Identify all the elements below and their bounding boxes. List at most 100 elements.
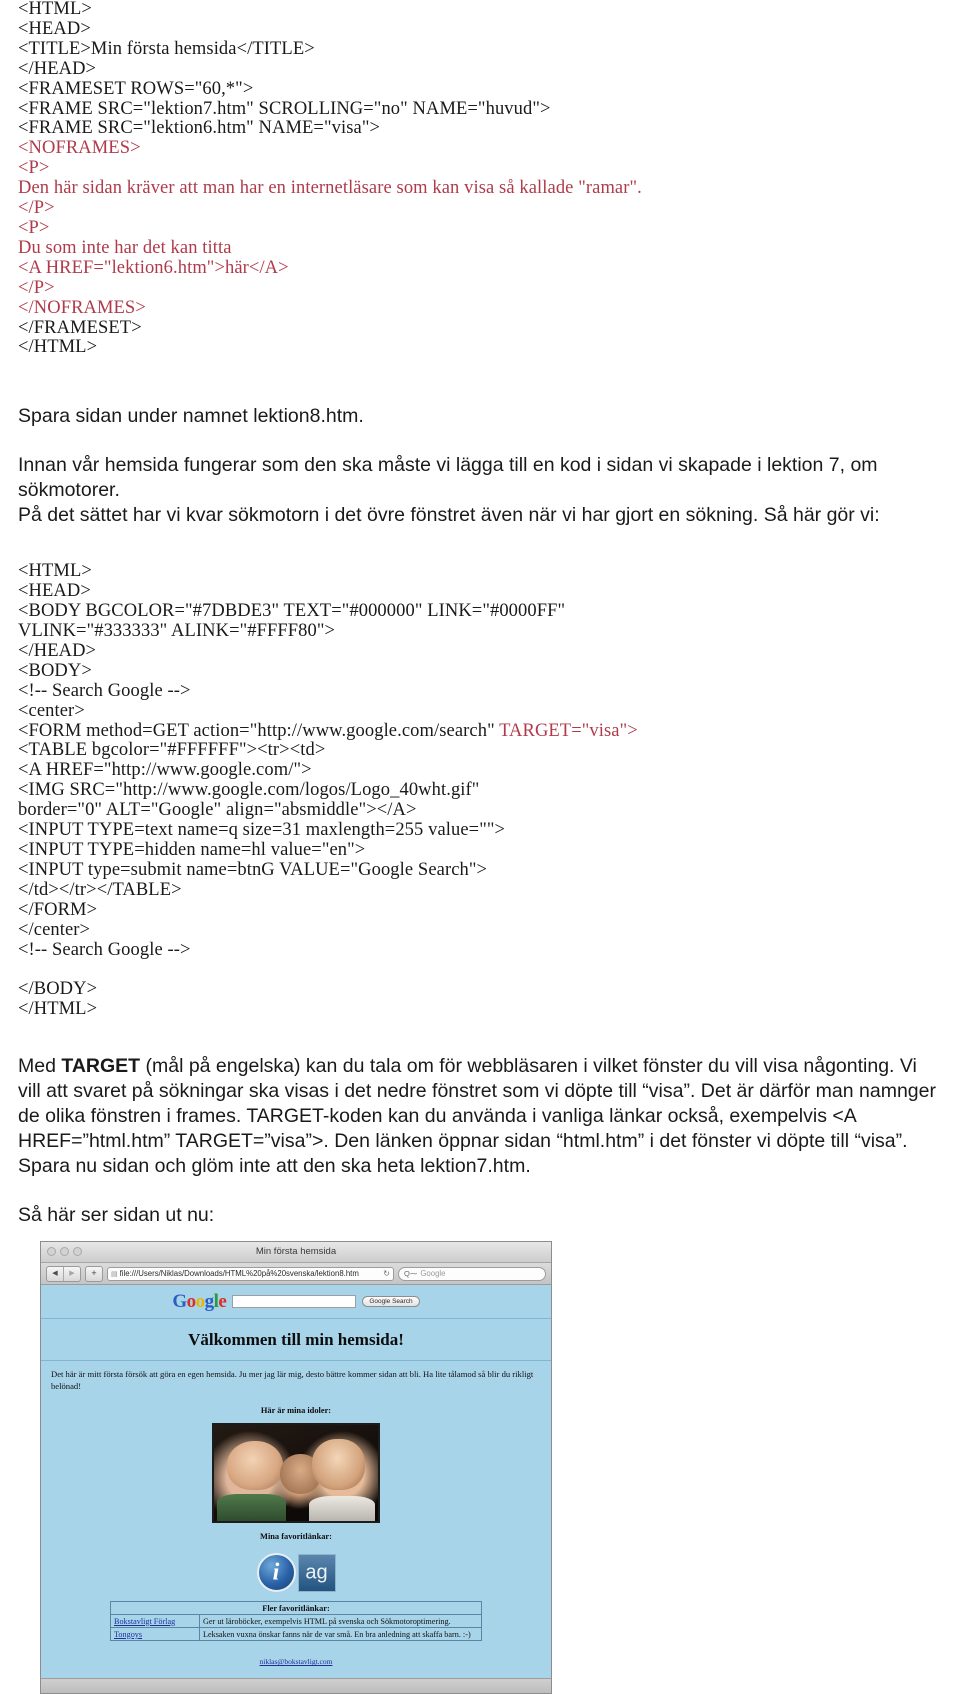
intro-paragraph: Det här är mitt första försök att göra e… [51,1369,534,1391]
code-line: <FRAMESET ROWS="60,*"> [18,78,254,99]
code-line: </td></tr></TABLE> [18,879,182,900]
code-line: <TABLE bgcolor="#FFFFFF"><tr><td> [18,740,326,761]
google-logo-letter: o [186,1291,197,1313]
search-icon: Q⁓ [404,1269,418,1279]
para-target-lead: Med [18,1055,62,1078]
table-cell-link[interactable]: Bokstavligt Förlag [110,1614,200,1629]
address-bar[interactable]: ▤ file:///Users/Niklas/Downloads/HTML%20… [107,1266,394,1281]
window-title: Min första hemsida [255,1246,337,1258]
favourite-links-table: Fler favoritlänkar: Bokstavligt Förlag Ge… [110,1601,482,1642]
prose-save: Spara sidan under namnet lektion8.htm. [18,404,942,429]
code-line: <INPUT TYPE=text name=q size=31 maxlengt… [18,820,506,841]
zoom-window-icon[interactable] [73,1247,82,1257]
navigation-buttons[interactable]: ◀ ▶ [46,1265,81,1282]
code-line: </HTML> [18,337,98,358]
para-target: Med TARGET (mål på engelska) kan du tala… [18,1054,942,1179]
code-line: </HEAD> [18,640,97,661]
browser-titlebar: Min första hemsida [41,1242,551,1264]
code-line: <HEAD> [18,18,91,39]
code-line: <A HREF="lektion6.htm">här</A> [18,257,289,278]
code-line: <FRAME SRC="lektion6.htm" NAME="visa"> [18,118,381,139]
add-bookmark-button[interactable]: + [85,1265,103,1282]
table-cell-description: Leksaken vuxna önskar fanns när de var s… [199,1627,482,1642]
idols-photo [212,1423,380,1524]
table-caption: Fler favoritlänkar: [110,1601,482,1616]
code-text: <FORM method=GET action="http://www.goog… [18,720,500,741]
table-caption-row: Fler favoritlänkar: [110,1601,482,1616]
window-controls[interactable] [47,1247,82,1257]
table-head: Fler favoritlänkar: [110,1601,482,1616]
email-link[interactable]: niklas@bokstavligt.com [260,1657,333,1666]
reload-icon[interactable]: ↻ [380,1269,390,1278]
code-line: <HEAD> [18,581,91,602]
para-intro-line2: På det sättet har vi kvar sökmotorn i de… [18,504,880,527]
code-line: </P> [18,198,55,219]
code-line: </NOFRAMES> [18,297,146,318]
table-body: Bokstavligt Förlag Ger ut läroböcker, exe… [110,1614,482,1642]
close-window-icon[interactable] [47,1247,56,1257]
photo-face-left [227,1440,283,1491]
browser-toolbar: ◀ ▶ + ▤ file:///Users/Niklas/Downloads/H… [41,1263,551,1286]
browser-window-screenshot: Min första hemsida ◀ ▶ + ▤ file:///Users… [40,1241,552,1694]
code-line: <BODY> [18,660,92,681]
favourite-link[interactable]: Bokstavligt Förlag [114,1617,175,1626]
code-line: <FORM method=GET action="http://www.goog… [18,720,942,742]
code-highlight: TARGET="visa"> [499,720,638,741]
page-favicon-icon: ▤ [111,1270,118,1278]
code-line: <!-- Search Google --> [18,939,191,960]
google-logo[interactable]: Google [172,1292,226,1311]
code-line: </FORM> [18,899,98,920]
code-line: </P> [18,277,55,298]
favourite-link[interactable]: Tongoys [114,1630,142,1639]
photo-shirt-left [217,1494,287,1522]
ag-logo-icon[interactable] [297,1553,336,1592]
frame-huvud: Google Google Search [41,1285,551,1320]
idols-photo-wrapper [41,1423,551,1528]
code-line: <IMG SRC="http://www.google.com/logos/Lo… [18,780,480,801]
idols-heading: Här är mina idoler: [260,1406,332,1416]
favourite-link-logos [41,1549,551,1601]
code-line: </center> [18,919,91,940]
code-line: <INPUT type=submit name=btnG VALUE="Goog… [18,859,488,880]
prose-intro: Innan vår hemsida fungerar som den ska m… [18,453,942,528]
code-line: <P> [18,217,50,238]
target-keyword: TARGET [61,1055,141,1078]
contact-email[interactable]: niklas@bokstavligt.com [41,1641,551,1676]
google-logo-letter: e [218,1291,227,1313]
frame-visa: Välkommen till min hemsida! Det här är m… [41,1319,551,1679]
table-row: Tongoys Leksaken vuxna önskar fanns när d… [110,1627,482,1642]
table-cell-link[interactable]: Tongoys [110,1627,200,1642]
code-line: <HTML> [18,561,92,582]
browser-search-field[interactable]: Q⁓ Google [398,1266,546,1281]
favourite-links-heading: Mina favoritlänkar: [260,1532,332,1542]
welcome-heading: Välkommen till min hemsida! [41,1319,551,1362]
code-line: <A HREF="http://www.google.com/"> [18,760,312,781]
code-line: VLINK="#333333" ALINK="#FFFF80"> [18,621,336,642]
google-logo-letter: G [172,1291,187,1313]
table-cell-description: Ger ut läroböcker, exempelvis HTML på sv… [199,1614,482,1629]
code-line: <FRAME SRC="lektion7.htm" SCROLLING="no"… [18,98,551,119]
code-line: <NOFRAMES> [18,138,141,159]
code-line: </BODY> [18,979,98,1000]
minimize-window-icon[interactable] [60,1247,69,1257]
back-icon[interactable]: ◀ [47,1267,63,1281]
code-line: <center> [18,700,85,721]
idg-logo-icon[interactable] [256,1553,296,1593]
address-bar-url: file:///Users/Niklas/Downloads/HTML%20på… [119,1269,359,1279]
forward-icon[interactable]: ▶ [63,1266,80,1281]
google-search-form: Google Google Search [172,1292,420,1311]
prose-target-explanation: Med TARGET (mål på engelska) kan du tala… [18,1054,942,1179]
code-line: <INPUT TYPE=hidden name=hl value="en"> [18,840,366,860]
photo-face-right [312,1438,365,1491]
google-search-button[interactable]: Google Search [362,1296,420,1308]
google-query-input[interactable] [232,1295,357,1309]
code-line: <HTML> [18,0,92,19]
code-line: <!-- Search Google --> [18,680,191,701]
code-line: border="0" ALT="Google" align="absmiddle… [18,800,417,821]
para-intro-line1: Innan vår hemsida fungerar som den ska m… [18,454,878,502]
code-line: </HEAD> [18,58,97,79]
